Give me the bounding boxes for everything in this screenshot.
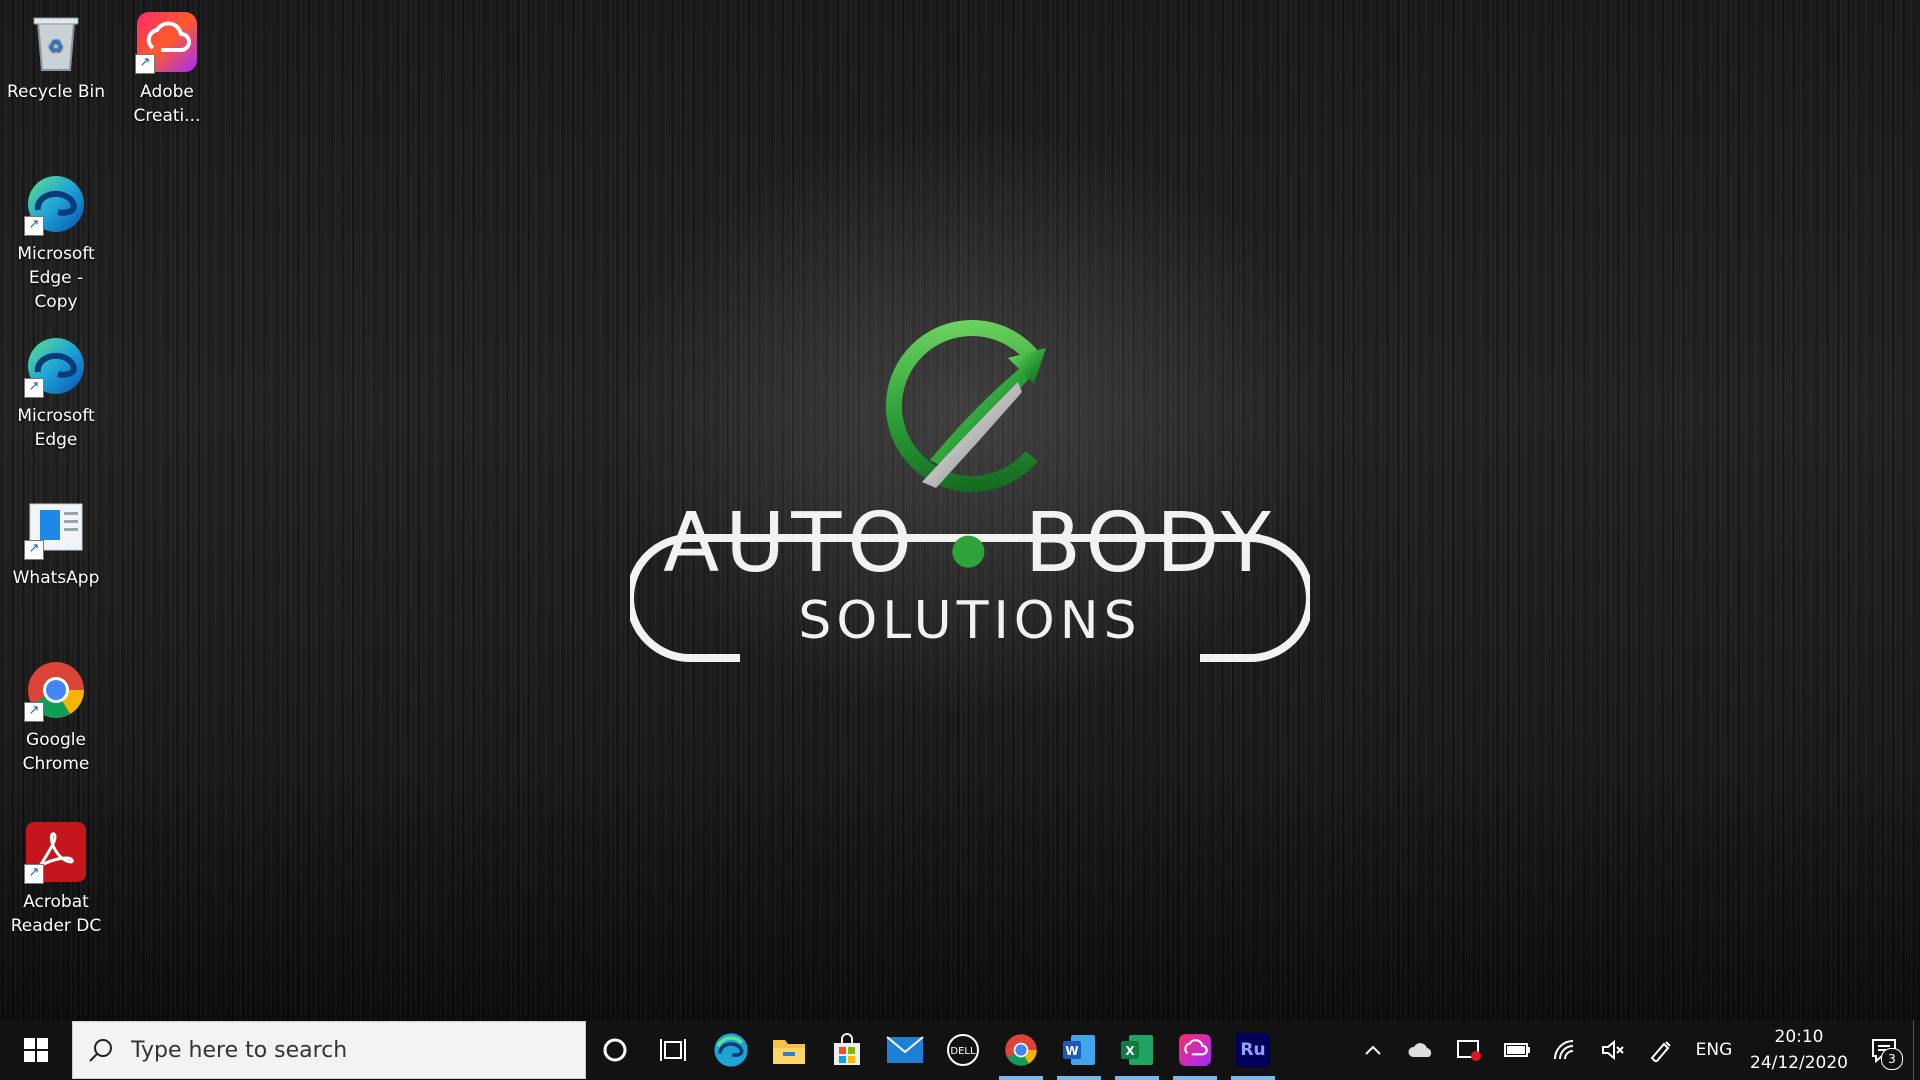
cortana-button[interactable] — [586, 1020, 644, 1080]
task-view-icon — [660, 1039, 686, 1061]
input-language[interactable]: ENG — [1685, 1020, 1743, 1080]
pen-icon — [1650, 1041, 1671, 1062]
desktop-icon-label: Google Chrome — [22, 730, 90, 774]
taskbar-dell[interactable]: DELL — [934, 1020, 992, 1080]
taskbar-chrome[interactable] — [992, 1020, 1050, 1080]
taskbar-file-explorer[interactable] — [760, 1020, 818, 1080]
adobe-creative-cloud-icon: ↗ — [135, 10, 199, 74]
swoosh-logo-icon — [886, 320, 1058, 492]
screen-alert-icon — [1457, 1040, 1481, 1061]
desktop-icon-label: WhatsApp — [12, 568, 100, 588]
shortcut-arrow-icon: ↗ — [135, 54, 155, 74]
system-tray: ENG 20:10 24/12/2020 3 — [1349, 1020, 1920, 1080]
taskbar-word[interactable]: W — [1050, 1020, 1108, 1080]
onedrive-tray-button[interactable] — [1397, 1020, 1445, 1080]
desktop-icon-edge[interactable]: ↗ Microsoft Edge — [6, 330, 106, 452]
network-tray-button[interactable] — [1541, 1020, 1589, 1080]
desktop-icon-label: Recycle Bin — [6, 82, 105, 102]
desktop-wallpaper: AUTO ● BODY SOLUTIONS — [0, 0, 1920, 1020]
brand-dot-icon: ● — [949, 523, 993, 573]
search-input[interactable] — [129, 1036, 553, 1064]
taskbar-excel[interactable]: X — [1108, 1020, 1166, 1080]
taskbar-microsoft-store[interactable] — [818, 1020, 876, 1080]
edge-icon: ↗ — [24, 172, 88, 236]
chrome-icon — [1005, 1034, 1037, 1066]
brand-word-solutions: SOLUTIONS — [798, 590, 1142, 651]
store-icon — [834, 1033, 860, 1065]
show-hidden-icons-button[interactable] — [1349, 1020, 1397, 1080]
volume-tray-button[interactable] — [1589, 1020, 1637, 1080]
security-tray-button[interactable] — [1445, 1020, 1493, 1080]
taskbar: DELL W X Ru ENG — [0, 1020, 1920, 1080]
dell-icon: DELL — [947, 1034, 979, 1066]
word-icon: W — [1063, 1035, 1095, 1065]
taskbar-mail[interactable] — [876, 1020, 934, 1080]
desktop-icon-whatsapp[interactable]: ↗ WhatsApp — [6, 492, 106, 590]
desktop-icon-recycle-bin[interactable]: ♻ Recycle Bin — [6, 6, 106, 104]
desktop-icon-edge-copy[interactable]: ↗ Microsoft Edge - Copy — [6, 168, 106, 314]
desktop-icon-label: Adobe Creati... — [133, 82, 201, 126]
svg-text:X: X — [1125, 1044, 1135, 1058]
desktop-icon-label: Microsoft Edge — [17, 406, 95, 450]
chevron-up-icon — [1365, 1045, 1381, 1055]
desktop-icon-adobe-creative-cloud[interactable]: ↗ Adobe Creati... — [117, 6, 217, 128]
notification-count-badge: 3 — [1881, 1048, 1903, 1070]
recycle-bin-icon: ♻ — [24, 10, 88, 74]
task-view-button[interactable] — [644, 1020, 702, 1080]
taskbar-edge[interactable] — [702, 1020, 760, 1080]
clock-time: 20:10 — [1774, 1027, 1824, 1047]
taskbar-creative-cloud[interactable] — [1166, 1020, 1224, 1080]
show-desktop-button[interactable] — [1913, 1020, 1920, 1080]
edge-icon — [714, 1033, 748, 1067]
clock-date: 24/12/2020 — [1750, 1053, 1848, 1073]
desktop-icon-label: Microsoft Edge - Copy — [17, 244, 95, 312]
adobe-creative-cloud-icon — [1179, 1034, 1211, 1066]
brand-word-body: BODY — [1024, 496, 1277, 591]
wifi-icon — [1554, 1040, 1574, 1060]
shortcut-arrow-icon: ↗ — [24, 864, 44, 884]
start-button[interactable] — [0, 1020, 72, 1080]
battery-tray-button[interactable] — [1493, 1020, 1541, 1080]
svg-text:DELL: DELL — [950, 1046, 976, 1057]
battery-icon — [1504, 1043, 1530, 1057]
taskbar-rush[interactable]: Ru — [1224, 1020, 1282, 1080]
excel-icon: X — [1121, 1035, 1153, 1065]
shortcut-arrow-icon: ↗ — [24, 702, 44, 722]
shortcut-arrow-icon: ↗ — [24, 378, 44, 398]
acrobat-reader-icon: ↗ — [24, 820, 88, 884]
mail-icon — [886, 1036, 924, 1063]
desktop-icon-acrobat-reader[interactable]: ↗ Acrobat Reader DC — [6, 816, 106, 938]
rush-icon: Ru — [1236, 1033, 1270, 1067]
desktop-icon-google-chrome[interactable]: ↗ Google Chrome — [6, 654, 106, 776]
edge-icon: ↗ — [24, 334, 88, 398]
search-icon — [73, 1037, 129, 1063]
svg-text:♻: ♻ — [48, 36, 64, 57]
whatsapp-icon: ↗ — [24, 496, 88, 560]
brand-logo: AUTO ● BODY SOLUTIONS — [630, 310, 1310, 670]
taskbar-search-box[interactable] — [72, 1021, 586, 1079]
shortcut-arrow-icon: ↗ — [24, 540, 44, 560]
brand-word-auto: AUTO — [663, 496, 918, 591]
cloud-icon — [1408, 1043, 1432, 1057]
pen-tray-button[interactable] — [1637, 1020, 1685, 1080]
cortana-icon — [603, 1038, 627, 1062]
clock[interactable]: 20:10 24/12/2020 — [1743, 1024, 1855, 1076]
brand-text: AUTO ● BODY SOLUTIONS — [630, 500, 1310, 649]
desktop-icon-label: Acrobat Reader DC — [10, 892, 102, 936]
volume-muted-icon — [1602, 1039, 1624, 1061]
action-center-button[interactable]: 3 — [1855, 1020, 1913, 1080]
svg-text:W: W — [1065, 1044, 1078, 1058]
shortcut-arrow-icon: ↗ — [24, 216, 44, 236]
folder-icon — [773, 1040, 805, 1064]
chrome-icon: ↗ — [24, 658, 88, 722]
windows-logo-icon — [24, 1038, 48, 1062]
